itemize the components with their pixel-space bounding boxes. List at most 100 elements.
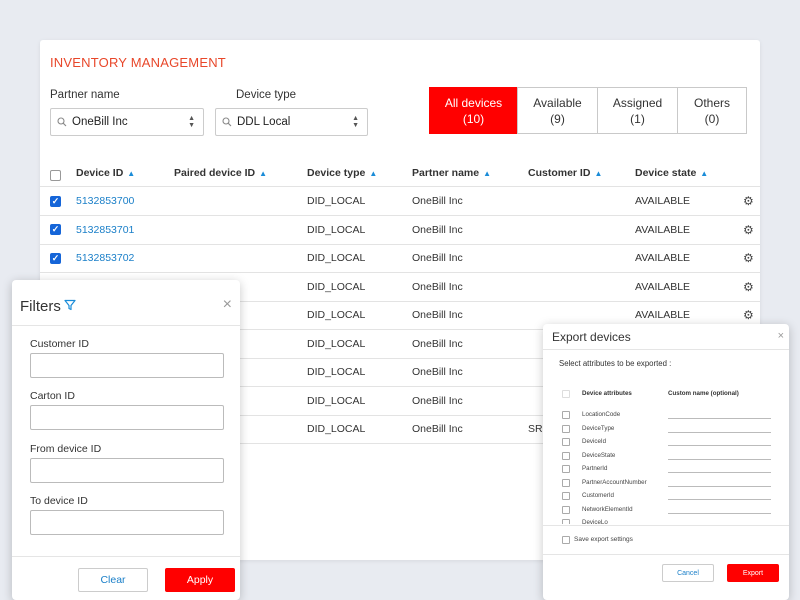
attribute-row: DeviceLo: [543, 517, 789, 524]
table-row: ✓ 5132853702 DID_LOCAL OneBill Inc AVAILABLE…: [40, 244, 760, 273]
column-device-type[interactable]: Device type ▲: [307, 167, 377, 179]
tab-assigned[interactable]: Assigned (1): [597, 87, 678, 134]
attribute-label: LocationCode: [582, 411, 621, 418]
carton-id-input[interactable]: [30, 405, 224, 430]
search-icon: [57, 117, 67, 127]
customer-id-label: Customer ID: [30, 338, 89, 350]
divider: [12, 325, 240, 326]
attribute-list: LocationCode DeviceType DeviceId DeviceStat…: [543, 408, 789, 524]
clear-button[interactable]: Clear: [78, 568, 148, 592]
sort-icon: ▲: [594, 168, 603, 178]
custom-name-header: Custom name (optional): [668, 390, 739, 397]
custom-name-input[interactable]: [668, 458, 771, 460]
tab-label: All devices: [444, 95, 503, 110]
device-state-cell: AVAILABLE: [635, 252, 691, 264]
attribute-label: DeviceState: [582, 451, 616, 459]
device-id-cell[interactable]: 5132853700: [76, 187, 134, 215]
custom-name-input[interactable]: [668, 485, 771, 487]
attribute-row: NetworkElementId: [543, 504, 789, 518]
row-checkbox-cell: ✓: [50, 244, 61, 272]
partner-name-label: Partner name: [50, 89, 120, 101]
attribute-checkbox[interactable]: [562, 519, 570, 524]
search-icon: [222, 117, 232, 127]
apply-button[interactable]: Apply: [165, 568, 235, 592]
select-all-checkbox[interactable]: [50, 170, 61, 181]
save-settings-checkbox[interactable]: [562, 536, 570, 544]
filters-title-text: Filters: [20, 298, 61, 315]
column-device-state[interactable]: Device state ▲: [635, 167, 708, 179]
partner-name-select[interactable]: OneBill Inc ▲ ▼: [50, 108, 204, 136]
partner-name-cell: OneBill Inc: [412, 337, 463, 350]
device-id-cell[interactable]: 5132853701: [76, 216, 134, 244]
custom-name-input[interactable]: [668, 431, 771, 433]
tab-available[interactable]: Available (9): [517, 87, 598, 134]
gear-icon[interactable]: ⚙: [743, 216, 754, 244]
attribute-label: DeviceLo: [582, 519, 608, 524]
attribute-checkbox[interactable]: [562, 465, 570, 473]
from-device-id-input[interactable]: [30, 458, 224, 483]
custom-name-input[interactable]: [668, 499, 771, 500]
gear-icon[interactable]: ⚙: [743, 244, 754, 272]
attribute-checkbox[interactable]: [562, 478, 570, 487]
custom-name-input[interactable]: [668, 418, 771, 419]
tab-count: (10): [462, 111, 485, 126]
export-subtitle: Select attributes to be exported :: [559, 359, 672, 368]
custom-name-input[interactable]: [668, 512, 771, 514]
attribute-row: PartnerAccountNumber: [543, 477, 789, 491]
tab-others[interactable]: Others (0): [677, 87, 747, 134]
attribute-label: PartnerId: [582, 465, 608, 472]
filter-icon: [64, 298, 76, 315]
attribute-checkbox[interactable]: [562, 451, 570, 460]
partner-name-cell: OneBill Inc: [412, 423, 463, 435]
export-button[interactable]: Export: [727, 564, 779, 582]
gear-icon[interactable]: ⚙: [743, 273, 754, 301]
close-icon[interactable]: ×: [778, 330, 784, 342]
attribute-label: PartnerAccountNumber: [582, 478, 647, 486]
device-type-cell: DID_LOCAL: [307, 366, 366, 378]
column-label: Partner name: [412, 167, 480, 179]
close-icon[interactable]: ×: [223, 296, 232, 314]
custom-name-input[interactable]: [668, 445, 771, 446]
page-title: INVENTORY MANAGEMENT: [50, 55, 226, 70]
row-checkbox[interactable]: ✓: [50, 195, 61, 207]
attribute-row: PartnerId: [543, 463, 789, 477]
column-customer-id[interactable]: Customer ID ▲: [528, 167, 602, 179]
row-checkbox[interactable]: ✓: [50, 224, 61, 235]
attribute-checkbox[interactable]: [562, 492, 570, 500]
attribute-label: CustomerId: [582, 492, 614, 499]
column-partner-name[interactable]: Partner name ▲: [412, 167, 491, 179]
device-type-select[interactable]: DDL Local ▲ ▼: [215, 108, 368, 136]
column-device-id[interactable]: Device ID ▲: [76, 167, 135, 179]
attribute-checkbox[interactable]: [562, 411, 570, 419]
tab-label: Available: [533, 95, 582, 110]
select-all-attributes-checkbox[interactable]: [562, 390, 570, 398]
tab-label: Assigned: [612, 95, 663, 110]
row-checkbox[interactable]: ✓: [50, 252, 61, 264]
attribute-checkbox[interactable]: [562, 505, 570, 514]
filters-panel: Filters × Customer ID Carton ID From dev…: [12, 280, 240, 600]
custom-name-input[interactable]: [668, 472, 771, 473]
customer-id-input[interactable]: [30, 353, 224, 378]
device-attributes-header: Device attributes: [582, 390, 632, 397]
partner-name-cell: OneBill Inc: [412, 394, 463, 407]
sort-icon: ▲: [127, 168, 136, 178]
column-label: Device type: [307, 167, 366, 179]
attribute-checkbox[interactable]: [562, 424, 570, 433]
export-devices-panel: Export devices × Select attributes to be…: [543, 324, 789, 600]
device-type-cell: DID_LOCAL: [307, 337, 366, 350]
carton-id-label: Carton ID: [30, 390, 75, 402]
cancel-button[interactable]: Cancel: [662, 564, 714, 582]
filters-title: Filters: [20, 298, 76, 315]
attribute-checkbox[interactable]: [562, 438, 570, 446]
device-type-label: Device type: [236, 89, 297, 101]
tab-count: (0): [704, 111, 720, 126]
attribute-row: DeviceState: [543, 450, 789, 464]
tab-all-devices[interactable]: All devices (10): [429, 87, 518, 134]
partner-name-cell: OneBill Inc: [412, 252, 463, 264]
column-paired-device-id[interactable]: Paired device ID ▲: [174, 167, 267, 179]
gear-icon[interactable]: ⚙: [743, 187, 754, 215]
device-id-cell[interactable]: 5132853702: [76, 244, 134, 272]
sort-icon: ▲: [700, 168, 709, 178]
sort-icon: ▲: [483, 168, 492, 178]
to-device-id-input[interactable]: [30, 510, 224, 535]
